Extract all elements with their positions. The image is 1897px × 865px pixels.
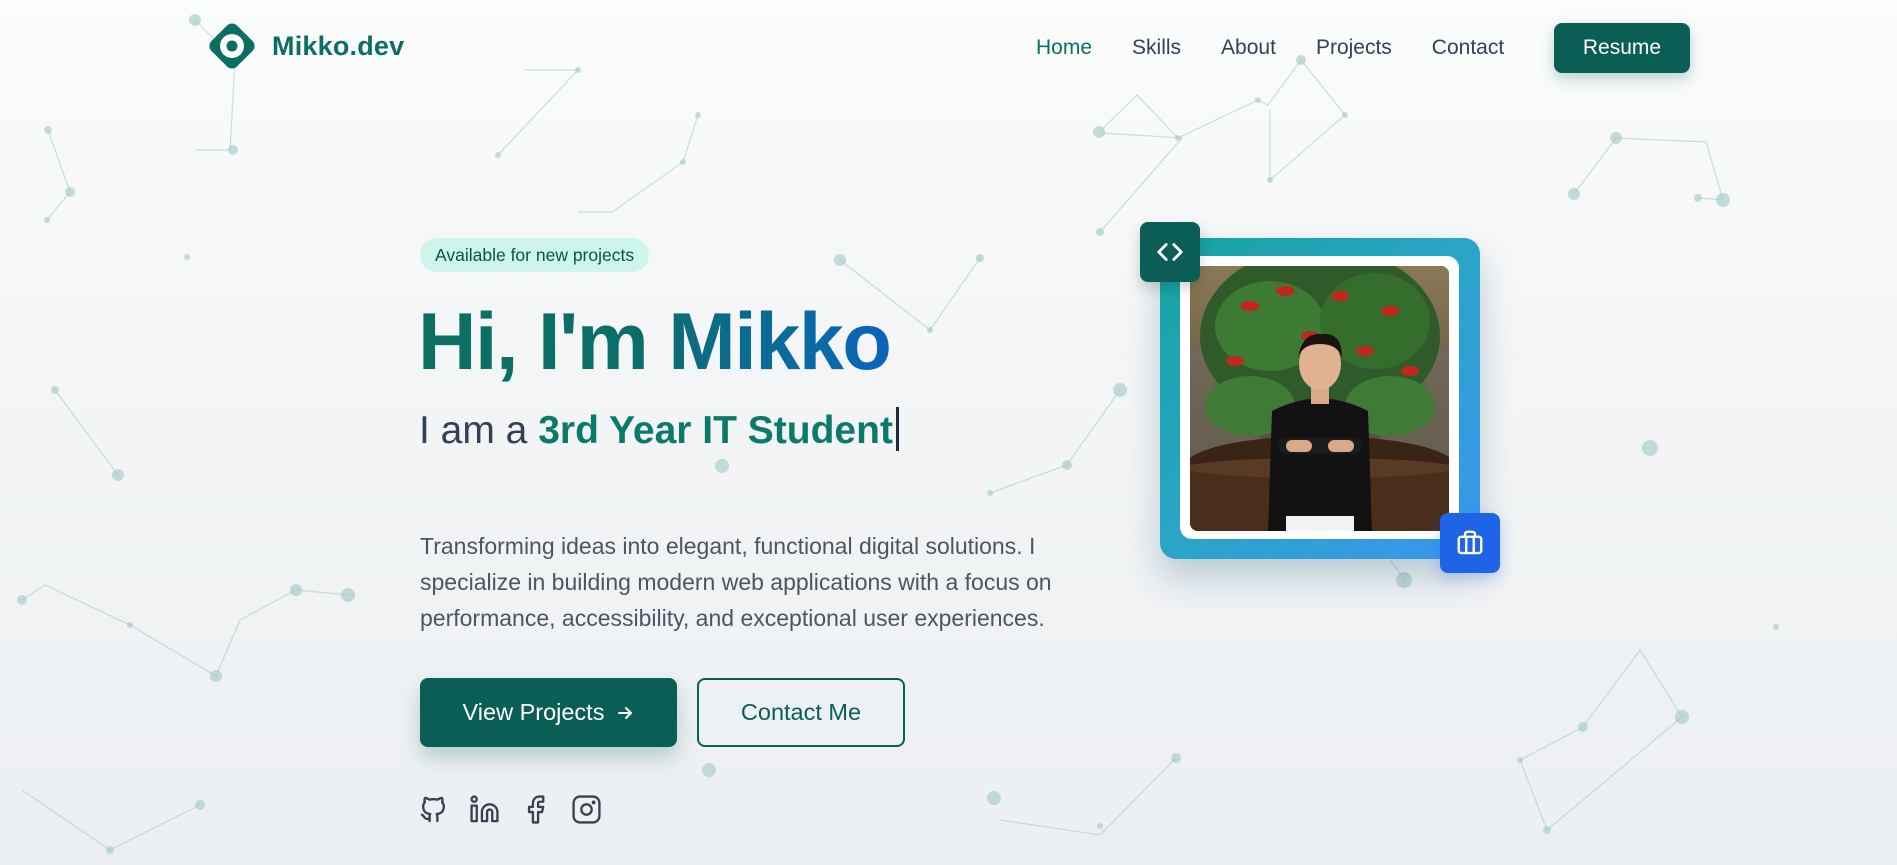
typing-caret (895, 407, 899, 451)
view-projects-button[interactable]: View Projects (420, 678, 677, 747)
hero-description: Transforming ideas into elegant, functio… (420, 533, 1052, 631)
linkedin-icon (470, 795, 499, 823)
github-link[interactable] (418, 794, 449, 825)
hero-section: Available for new projects Hi, I'm Mikko… (0, 0, 1897, 865)
instagram-link[interactable] (571, 794, 602, 825)
code-badge (1140, 222, 1200, 282)
code-icon (1157, 243, 1183, 261)
contact-me-button[interactable]: Contact Me (697, 678, 905, 747)
hero-headline: Hi, I'm Mikko (418, 292, 892, 392)
profile-photo-illustration (1190, 266, 1449, 531)
linkedin-link[interactable] (469, 794, 500, 825)
profile-photo-mat (1180, 256, 1459, 539)
hero-subline: I am a 3rd Year IT Student (419, 404, 899, 458)
facebook-link[interactable] (520, 794, 551, 825)
availability-badge: Available for new projects (420, 238, 650, 272)
profile-photo (1190, 266, 1449, 531)
view-projects-label: View Projects (462, 699, 605, 725)
subline-prefix: I am a (419, 409, 539, 452)
profile-photo-frame (1160, 238, 1480, 559)
github-icon (420, 796, 445, 823)
instagram-icon (572, 795, 601, 824)
briefcase-badge (1440, 513, 1500, 573)
briefcase-icon (1457, 530, 1483, 555)
facebook-icon (527, 795, 545, 824)
social-links (418, 794, 602, 825)
typed-role-text: 3rd Year IT Student (538, 409, 893, 452)
arrow-right-icon (618, 706, 633, 719)
